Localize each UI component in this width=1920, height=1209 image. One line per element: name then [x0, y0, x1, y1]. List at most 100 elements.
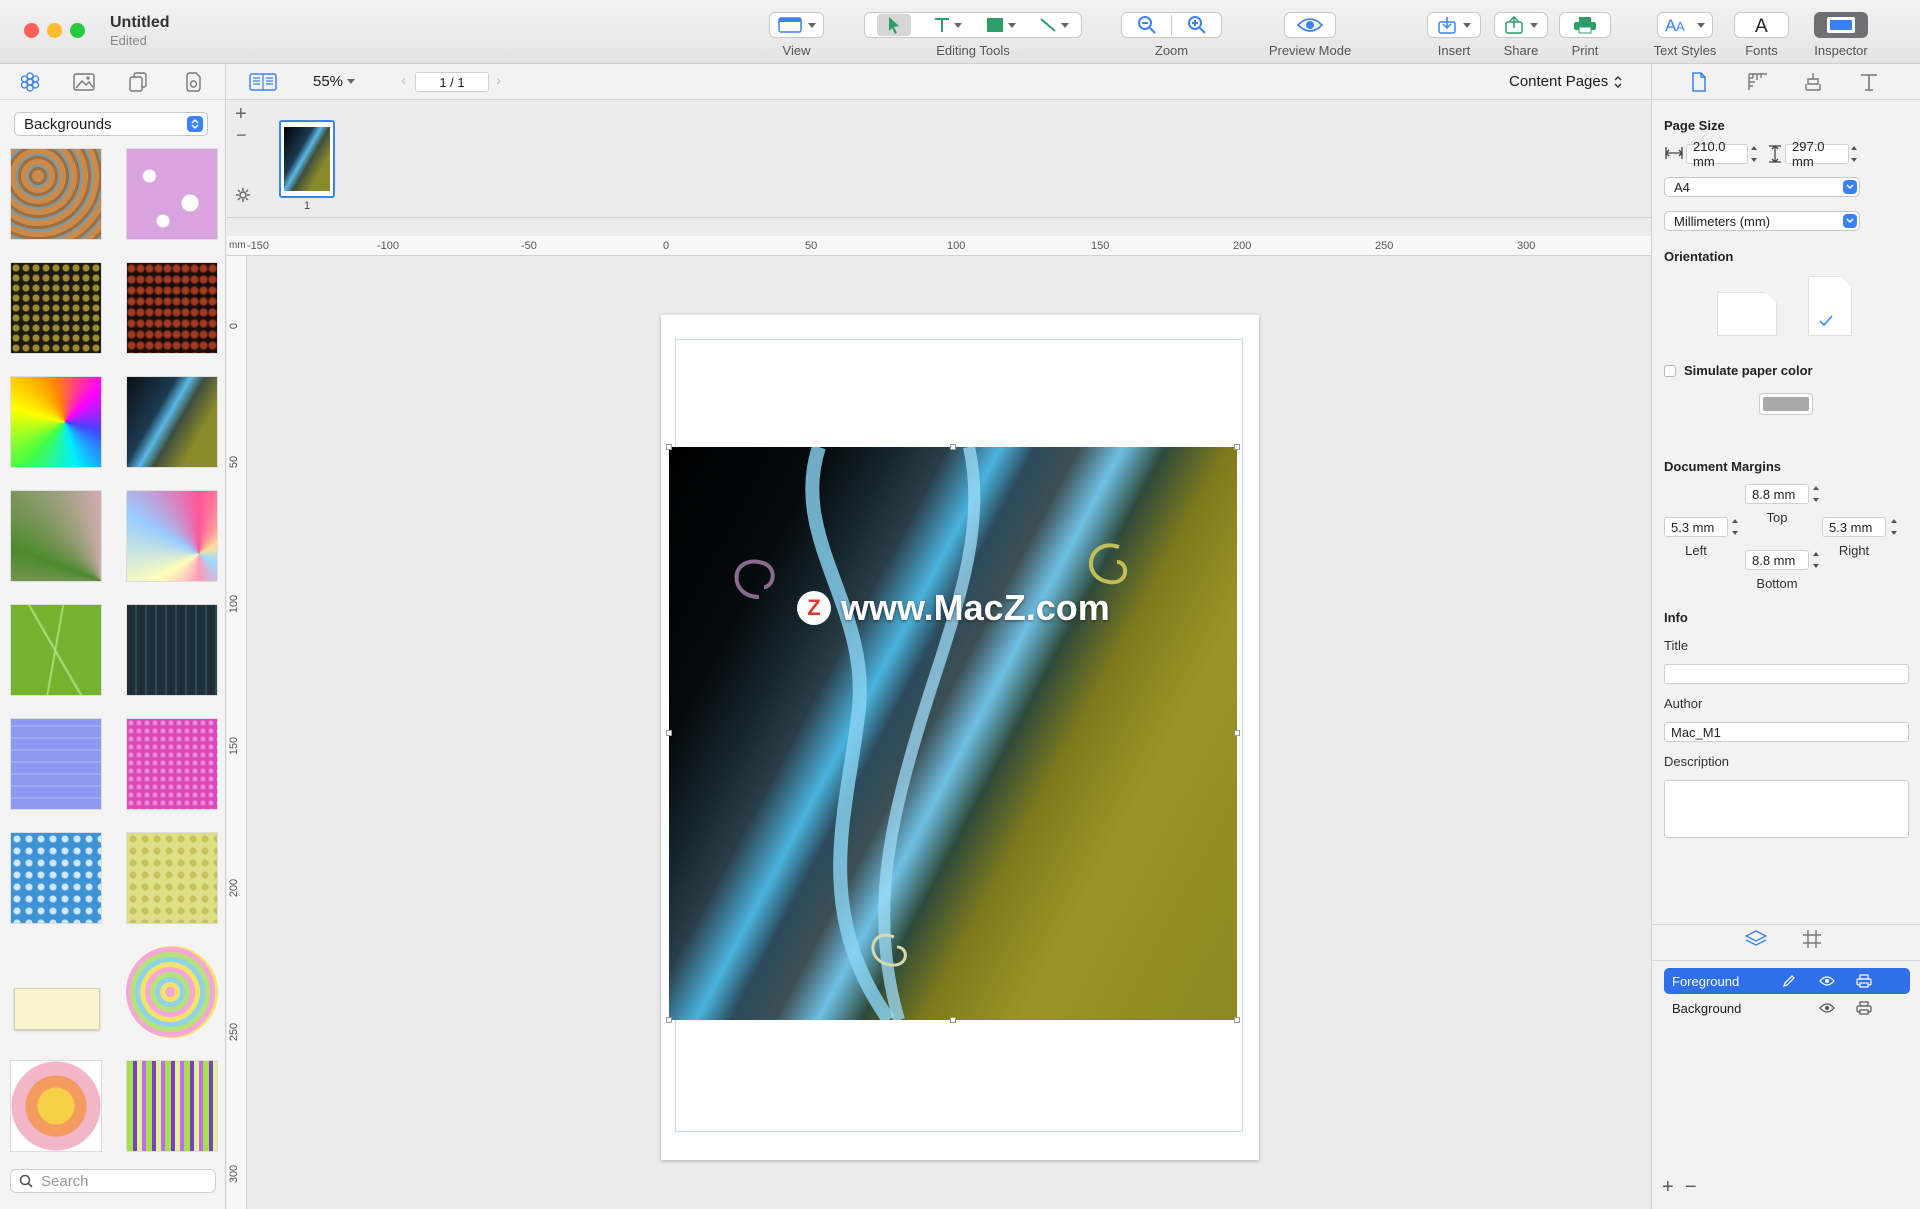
layer-row-foreground[interactable]: Foreground [1664, 968, 1910, 994]
templates-tab-icon[interactable] [20, 72, 40, 92]
eye-icon[interactable] [1819, 1002, 1835, 1014]
description-field[interactable] [1664, 780, 1909, 838]
resize-handle[interactable] [666, 1017, 672, 1023]
thumbnail-dark-maze[interactable] [126, 604, 218, 696]
zoom-window-button[interactable] [70, 23, 85, 38]
right-margin-field[interactable]: 5.3 mm [1822, 517, 1886, 537]
eye-icon[interactable] [1819, 975, 1835, 987]
resize-handle[interactable] [666, 444, 672, 450]
image-tab-icon[interactable] [73, 72, 95, 92]
previous-page-button[interactable]: ‹ [401, 72, 406, 89]
remove-page-button[interactable]: − [236, 125, 247, 146]
add-layer-button[interactable]: + [1662, 1176, 1674, 1199]
thumbnail-pastel-rays[interactable] [126, 490, 218, 582]
shape-tool[interactable] [986, 17, 1016, 33]
zoom-out-button[interactable] [1122, 15, 1172, 35]
print-button[interactable] [1559, 12, 1611, 38]
page-height-stepper[interactable] [1849, 146, 1858, 162]
paper-color-well[interactable] [1759, 393, 1813, 415]
thumbnail-dark-wave[interactable] [126, 376, 218, 468]
category-select[interactable]: Backgrounds [14, 112, 208, 136]
thumbnail-green-purple-stripes[interactable] [126, 1060, 218, 1152]
thumbnail-lavender-maze[interactable] [10, 718, 102, 810]
units-select[interactable]: Millimeters (mm) [1664, 211, 1860, 231]
page-mode-select[interactable]: Content Pages [1509, 73, 1623, 90]
line-tool[interactable] [1039, 17, 1070, 33]
share-button[interactable] [1494, 12, 1548, 38]
editing-tools-group [864, 12, 1082, 38]
minimize-window-button[interactable] [47, 23, 62, 38]
document-tab-icon[interactable] [1691, 72, 1707, 92]
insert-button[interactable] [1427, 12, 1481, 38]
pages-tab-icon[interactable] [128, 72, 148, 92]
thumbnail-yellow-floral[interactable] [126, 832, 218, 924]
grid-icon[interactable] [1802, 929, 1822, 949]
remove-layer-button[interactable]: − [1685, 1176, 1697, 1199]
resize-handle[interactable] [1234, 730, 1240, 736]
text-tab-icon[interactable] [1858, 72, 1880, 92]
printer-icon[interactable] [1856, 1001, 1872, 1015]
thumbnail-gold-dots[interactable] [10, 262, 102, 354]
left-margin-field[interactable]: 5.3 mm [1664, 517, 1728, 537]
left-margin-stepper[interactable] [1730, 519, 1739, 535]
document-page[interactable]: Z www.MacZ.com [661, 315, 1259, 1160]
top-margin-field[interactable]: 8.8 mm [1745, 484, 1809, 504]
thumbnail-orange-star[interactable] [10, 1060, 102, 1152]
thumbnail-pink-green-burst[interactable] [10, 490, 102, 582]
thumbnail-pink-flowers[interactable] [126, 148, 218, 240]
portrait-option[interactable] [1808, 276, 1852, 336]
view-button[interactable] [769, 12, 824, 38]
title-field[interactable] [1664, 664, 1909, 684]
clip-tab-icon[interactable] [184, 72, 202, 92]
pencil-icon[interactable] [1782, 974, 1796, 988]
text-styles-button[interactable]: AA [1657, 12, 1713, 38]
thumbnail-blue-flowers[interactable] [10, 832, 102, 924]
page-layout-icon[interactable] [249, 73, 277, 91]
arrange-tab-icon[interactable] [1802, 72, 1824, 92]
thumbnail-rainbow-spiral[interactable] [126, 946, 218, 1038]
layer-row-background[interactable]: Background [1664, 995, 1910, 1021]
page-width-field[interactable]: 210.0 mm [1686, 139, 1748, 169]
layers-icon[interactable] [1745, 929, 1767, 949]
thumbnail-brown-mosaic[interactable] [10, 148, 102, 240]
ruler-tick: 250 [228, 1022, 241, 1042]
resize-handle[interactable] [950, 444, 956, 450]
zoom-select[interactable]: 55% [313, 73, 356, 90]
resize-handle[interactable] [1234, 444, 1240, 450]
author-field[interactable]: Mac_M1 [1664, 722, 1909, 742]
next-page-button[interactable]: › [496, 72, 501, 89]
page-number-field[interactable]: 1 / 1 [415, 72, 489, 92]
page-width-stepper[interactable] [1749, 146, 1758, 162]
top-margin-stepper[interactable] [1811, 486, 1820, 502]
page-height-field[interactable]: 297.0 mm [1785, 139, 1849, 169]
background-image[interactable]: Z www.MacZ.com [669, 447, 1237, 1020]
thumbnail-green-lines[interactable] [10, 604, 102, 696]
zoom-in-button[interactable] [1172, 15, 1221, 35]
thumbnail-red-leaves[interactable] [126, 262, 218, 354]
text-tool[interactable] [934, 17, 963, 33]
thumbnail-rainbow-swirl[interactable] [10, 376, 102, 468]
right-margin-stepper[interactable] [1889, 519, 1898, 535]
preview-mode-button[interactable] [1284, 12, 1336, 38]
thumbnail-magenta-tiles[interactable] [126, 718, 218, 810]
updown-arrows-icon [187, 116, 203, 132]
add-page-button[interactable]: + [235, 103, 247, 126]
resize-handle[interactable] [1234, 1017, 1240, 1023]
ruler-tab-icon[interactable] [1747, 72, 1769, 92]
inspector-button[interactable] [1814, 12, 1868, 38]
library-search[interactable]: Search [10, 1169, 216, 1193]
gear-icon[interactable] [235, 187, 251, 203]
resize-handle[interactable] [950, 1017, 956, 1023]
bottom-margin-stepper[interactable] [1811, 552, 1820, 568]
landscape-option[interactable] [1717, 292, 1777, 336]
resize-handle[interactable] [666, 730, 672, 736]
fonts-button[interactable]: A [1734, 12, 1789, 38]
page-thumbnail[interactable] [279, 120, 335, 198]
thumbnail-cream-paper[interactable] [10, 946, 102, 1038]
simulate-paper-checkbox[interactable] [1664, 365, 1676, 377]
select-tool[interactable] [876, 14, 911, 36]
bottom-margin-field[interactable]: 8.8 mm [1745, 550, 1809, 570]
close-window-button[interactable] [24, 23, 39, 38]
paper-size-select[interactable]: A4 [1664, 177, 1860, 197]
printer-icon[interactable] [1856, 974, 1872, 988]
